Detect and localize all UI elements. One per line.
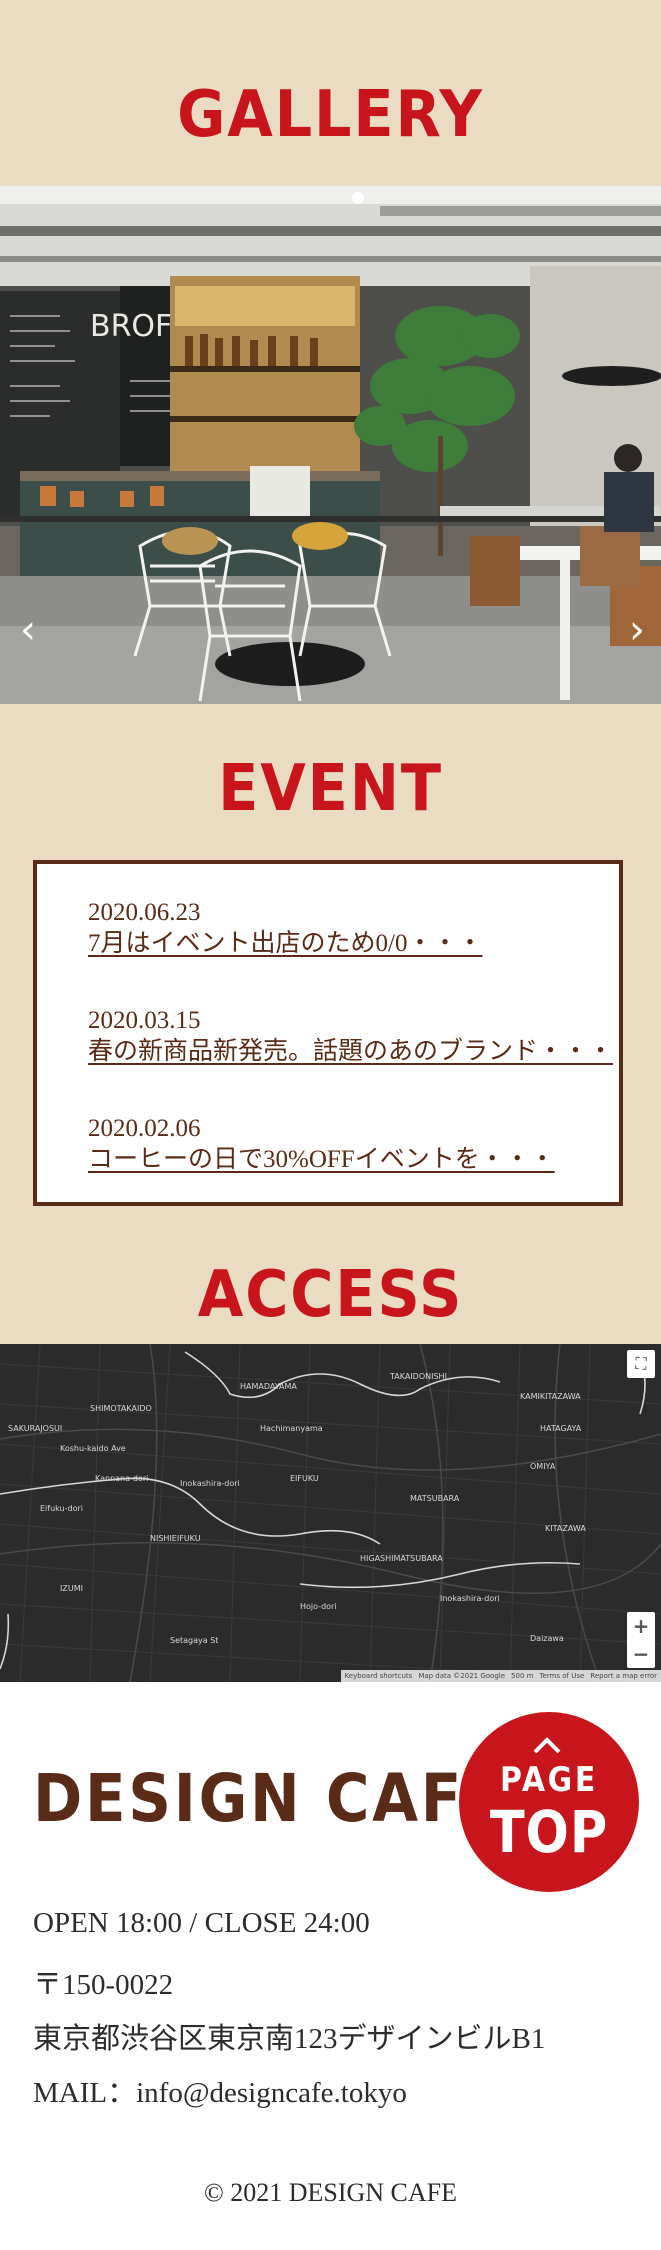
terms-link[interactable]: Terms of Use bbox=[539, 1670, 584, 1682]
site-logo[interactable]: DESIGN CAFE bbox=[33, 1760, 507, 1837]
map-data-credit: Map data ©2021 Google bbox=[418, 1672, 506, 1680]
map-label: HAMADAYAMA bbox=[240, 1382, 297, 1391]
map-label: HIGASHIMATSUBARA bbox=[360, 1554, 443, 1563]
page-top-label: TOP bbox=[489, 1798, 609, 1866]
event-date: 2020.03.15 bbox=[88, 1007, 201, 1034]
map-label: Eifuku-dori bbox=[40, 1504, 83, 1513]
access-heading: ACCESS bbox=[197, 1258, 464, 1332]
gallery-heading: GALLERY bbox=[177, 78, 484, 152]
map-label: SHIMOTAKAIDO bbox=[90, 1404, 152, 1413]
map-label: HATAGAYA bbox=[540, 1424, 582, 1433]
fullscreen-icon[interactable]: ⛶ bbox=[627, 1350, 655, 1378]
report-error-link[interactable]: Report a map error bbox=[590, 1670, 657, 1682]
opening-hours: OPEN 18:00 / CLOSE 24:00 bbox=[33, 1907, 370, 1939]
map-label: NISHIEIFUKU bbox=[150, 1534, 201, 1543]
map-label: IZUMI bbox=[60, 1584, 83, 1593]
event-link[interactable]: コーヒーの日で30%OFFイベントを・・・ bbox=[88, 1144, 555, 1176]
map-label: Hachimanyama bbox=[260, 1424, 323, 1433]
email-address: MAIL：info@designcafe.tokyo bbox=[33, 2077, 407, 2109]
zoom-in-button[interactable]: + bbox=[627, 1612, 655, 1640]
site-footer: DESIGN CAFE PAGE TOP OPEN 18:00 / CLOSE … bbox=[0, 1682, 661, 2250]
list-item: 2020.02.06 コーヒーの日で30%OFFイベントを・・・ bbox=[88, 1114, 555, 1176]
list-item: 2020.06.23 7月はイベント出店のため0/0・・・ bbox=[88, 898, 482, 960]
event-list: 2020.06.23 7月はイベント出店のため0/0・・・ 2020.03.15… bbox=[33, 860, 623, 1206]
zoom-out-button[interactable]: − bbox=[627, 1640, 655, 1668]
map-label: KAMIKITAZAWA bbox=[520, 1392, 581, 1401]
list-item: 2020.03.15 春の新商品新発売。話題のあのブランド・・・ bbox=[88, 1006, 613, 1068]
event-date: 2020.06.23 bbox=[88, 899, 201, 926]
page-top-label: PAGE bbox=[500, 1760, 598, 1800]
google-map[interactable]: HAMADAYAMA TAKAIDONISHI SAKURAJOSUI SHIM… bbox=[0, 1344, 661, 1682]
postal-code: 〒150-0022 bbox=[33, 1969, 174, 2001]
keyboard-shortcuts-link[interactable]: Keyboard shortcuts bbox=[345, 1670, 413, 1682]
map-scale: 500 m bbox=[511, 1672, 534, 1680]
map-label: Setagaya St bbox=[170, 1636, 219, 1645]
map-label: KITAZAWA bbox=[545, 1524, 586, 1533]
map-label: MATSUBARA bbox=[410, 1494, 460, 1503]
event-date: 2020.02.06 bbox=[88, 1115, 201, 1142]
map-label: Daizawa bbox=[530, 1634, 564, 1643]
map-label: Inokashira-dori bbox=[180, 1479, 240, 1488]
chevron-right-icon[interactable]: › bbox=[623, 606, 651, 654]
map-label: SAKURAJOSUI bbox=[8, 1424, 63, 1433]
event-heading: EVENT bbox=[218, 752, 443, 826]
map-label: EIFUKU bbox=[290, 1474, 319, 1483]
zoom-control: + − bbox=[627, 1612, 655, 1668]
map-label: Kannana-dori bbox=[95, 1474, 149, 1483]
copyright: © 2021 DESIGN CAFE bbox=[203, 2178, 458, 2207]
address: 東京都渋谷区東京南123デザインビルB1 bbox=[33, 2023, 546, 2055]
chevron-left-icon[interactable]: ‹ bbox=[14, 606, 42, 654]
page-top-button[interactable]: PAGE TOP bbox=[459, 1712, 639, 1892]
map-label: Koshu-kaido Ave bbox=[60, 1444, 126, 1453]
cafe-photo: BROFE bbox=[0, 186, 661, 704]
map-label: TAKAIDONISHI bbox=[390, 1372, 447, 1381]
map-label: OMIYA bbox=[530, 1462, 556, 1471]
chevron-up-icon bbox=[533, 1737, 561, 1754]
map-label: Hojo-dori bbox=[300, 1602, 337, 1611]
map-label: Inokashira-dori bbox=[440, 1594, 500, 1603]
event-link[interactable]: 7月はイベント出店のため0/0・・・ bbox=[88, 928, 482, 960]
event-link[interactable]: 春の新商品新発売。話題のあのブランド・・・ bbox=[88, 1036, 613, 1068]
gallery-slider[interactable]: BROFE ‹ › bbox=[0, 186, 661, 704]
map-attribution: Keyboard shortcuts Map data ©2021 Google… bbox=[340, 1670, 661, 1682]
